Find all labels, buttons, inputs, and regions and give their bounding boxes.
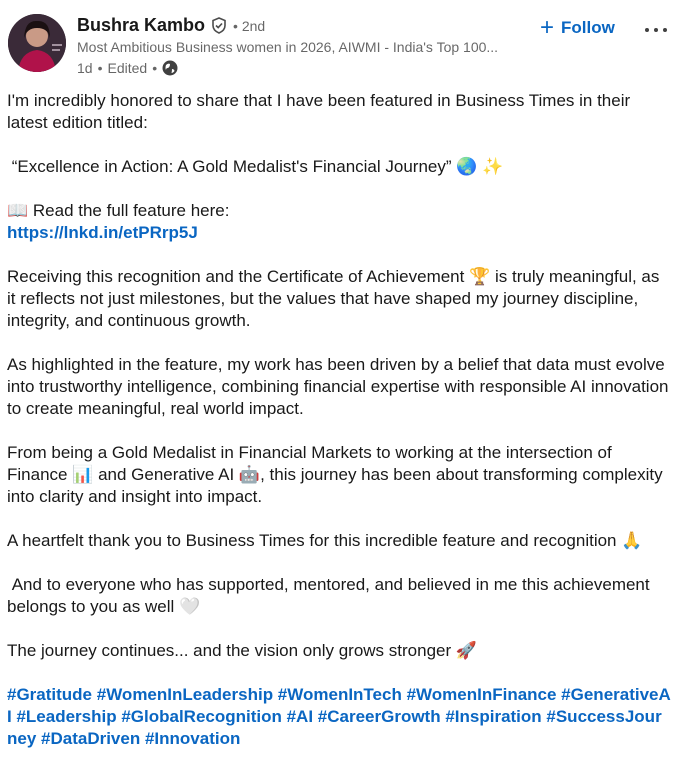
post-header: Bushra Kambo • 2nd Most Ambitious Busine… bbox=[0, 0, 678, 84]
post-paragraph: I'm incredibly honored to share that I h… bbox=[7, 91, 631, 132]
avatar[interactable] bbox=[8, 14, 66, 72]
shield-check-icon bbox=[211, 17, 227, 34]
post-paragraph: 📖 Read the full feature here: bbox=[7, 201, 230, 220]
meta-separator: • bbox=[97, 60, 103, 76]
meta-separator: • bbox=[152, 60, 158, 76]
hashtags[interactable]: #Gratitude #WomenInLeadership #WomenInTe… bbox=[7, 684, 671, 750]
follow-label: Follow bbox=[561, 18, 615, 37]
feature-link[interactable]: https://lnkd.in/etPRrp5J bbox=[7, 223, 198, 242]
plus-icon: + bbox=[540, 14, 555, 41]
author-name[interactable]: Bushra Kambo bbox=[77, 15, 205, 36]
post-body: I'm incredibly honored to share that I h… bbox=[7, 90, 671, 750]
post-paragraph: As highlighted in the feature, my work h… bbox=[7, 355, 669, 418]
post-paragraph: A heartfelt thank you to Business Times … bbox=[7, 531, 643, 550]
post-paragraph: “Excellence in Action: A Gold Medalist's… bbox=[7, 157, 504, 176]
globe-icon bbox=[162, 60, 178, 76]
edited-label: Edited bbox=[107, 60, 148, 76]
post-paragraph: Receiving this recognition and the Certi… bbox=[7, 267, 660, 330]
more-horizontal-icon[interactable] bbox=[645, 22, 667, 38]
post-paragraph: The journey continues... and the vision … bbox=[7, 641, 478, 660]
follow-button[interactable]: + Follow bbox=[540, 14, 615, 41]
author-headline: Most Ambitious Business women in 2026, A… bbox=[77, 39, 499, 55]
post-paragraph: From being a Gold Medalist in Financial … bbox=[7, 443, 663, 506]
post-paragraph: And to everyone who has supported, mento… bbox=[7, 575, 650, 616]
connection-degree: • 2nd bbox=[233, 17, 266, 34]
post-time: 1d bbox=[77, 60, 93, 76]
post-meta: 1d • Edited • bbox=[77, 60, 178, 76]
